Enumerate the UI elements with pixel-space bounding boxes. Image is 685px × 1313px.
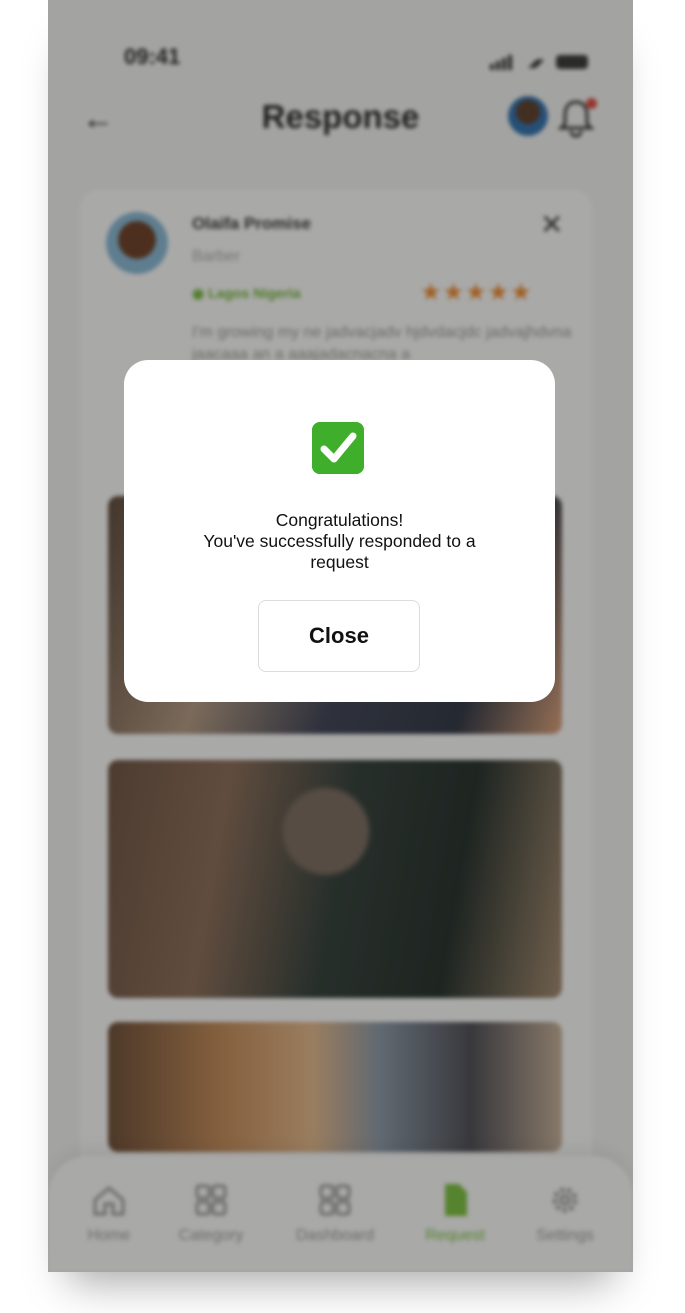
success-heading: Congratulations! [275, 510, 404, 530]
success-text-line: request [310, 552, 369, 572]
success-message: Congratulations! You've successfully res… [124, 510, 555, 573]
success-text-line: You've successfully responded to a [203, 531, 476, 551]
success-dialog: Congratulations! You've successfully res… [124, 360, 555, 702]
check-mark-icon [312, 422, 364, 474]
close-button[interactable]: Close [258, 600, 420, 672]
